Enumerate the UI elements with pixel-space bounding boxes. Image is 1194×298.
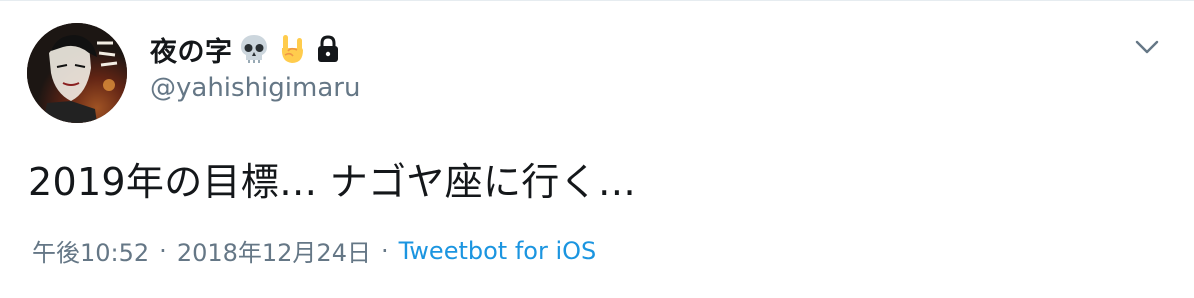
lock-icon	[315, 34, 341, 64]
avatar[interactable]	[27, 23, 127, 123]
chevron-down-icon[interactable]	[1132, 35, 1162, 59]
tweet-text: 2019年の目標… ナゴヤ座に行く…	[28, 160, 637, 204]
tweet-date[interactable]: 2018年12月24日	[177, 233, 371, 268]
name-row: 夜の字	[150, 29, 360, 69]
tweet-metadata: 午後10:52 · 2018年12月24日 · Tweetbot for iOS	[32, 233, 596, 268]
tweet-time[interactable]: 午後10:52	[32, 233, 149, 268]
user-handle[interactable]: @yahishigimaru	[150, 73, 360, 103]
display-name[interactable]: 夜の字	[150, 30, 233, 69]
tweet-header: 夜の字 @yahishigimaru	[150, 29, 360, 103]
tweet-card: 夜の字 @yahishigimaru 2019年の目標… ナゴヤ座に行く… 午後…	[0, 0, 1194, 298]
separator: ·	[380, 236, 389, 265]
rock-hand-icon	[275, 32, 309, 66]
separator: ·	[159, 236, 167, 265]
skull-icon	[237, 32, 271, 66]
tweet-source-link[interactable]: Tweetbot for iOS	[399, 237, 597, 265]
